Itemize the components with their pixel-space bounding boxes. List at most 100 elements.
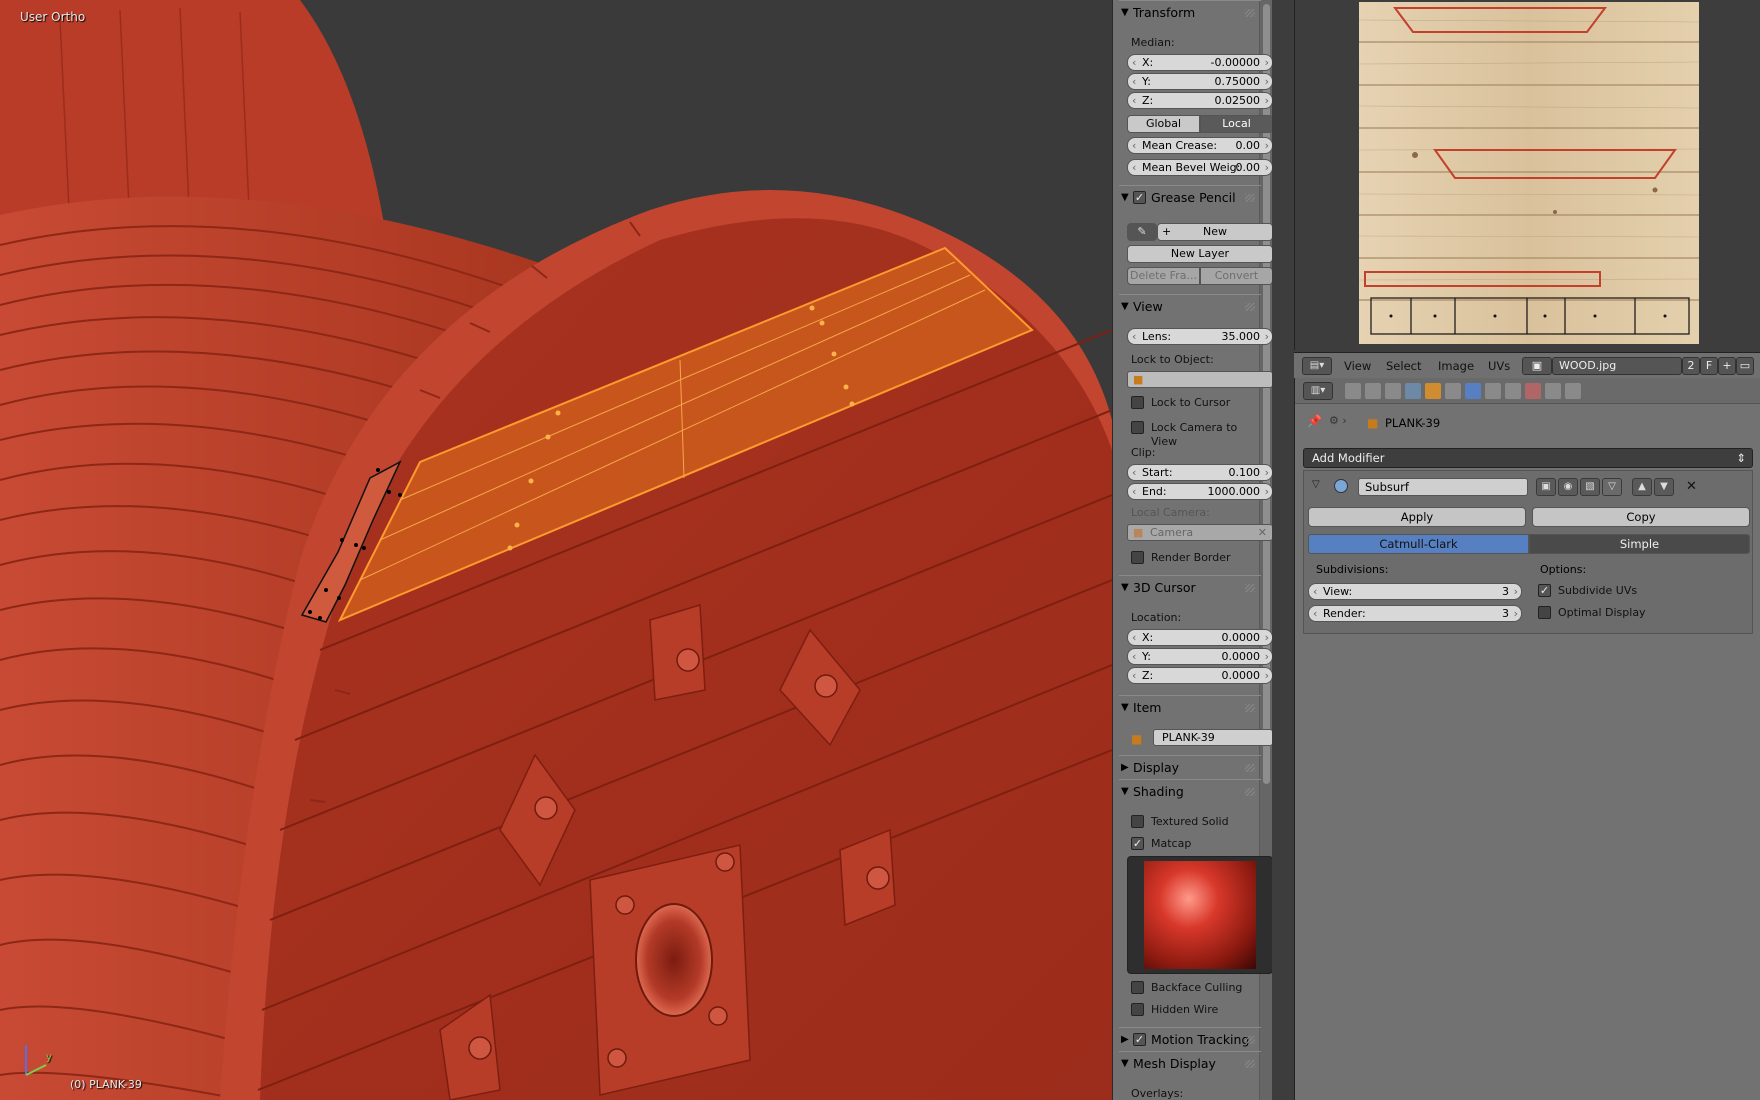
render-border-checkbox[interactable]: Render Border (1131, 551, 1231, 565)
lock-object-field[interactable]: ■ (1127, 371, 1272, 388)
wood-texture-uv-canvas[interactable] (1295, 0, 1760, 350)
editor-type-icon[interactable]: ▤▾ (1302, 357, 1332, 375)
open-image-folder-icon[interactable]: ▭ (1736, 357, 1754, 375)
uv-image-editor[interactable] (1294, 0, 1760, 350)
menu-select[interactable]: Select (1386, 359, 1421, 373)
constraints-tab-icon[interactable] (1445, 383, 1461, 399)
lock-camera-checkbox[interactable]: Lock Camera to View (1131, 421, 1259, 449)
remove-modifier-icon[interactable]: ✕ (1686, 479, 1697, 494)
grease-new-button[interactable]: + New (1157, 223, 1272, 241)
cage-icon[interactable]: ▽ (1602, 478, 1622, 496)
new-layer-button[interactable]: New Layer (1127, 245, 1272, 263)
shading-panel-header[interactable]: ▼ Shading (1119, 779, 1261, 803)
display-panel-header[interactable]: ▶ Display (1119, 755, 1261, 779)
clip-start-field[interactable]: Start: 0.100 (1127, 464, 1272, 481)
editor-type-icon[interactable]: ▥▾ (1303, 382, 1333, 400)
edit-mode-icon[interactable]: ▧ (1580, 478, 1600, 496)
image-name-field[interactable]: WOOD.jpg (1552, 357, 1682, 375)
clip-end-field[interactable]: End: 1000.000 (1127, 483, 1272, 500)
add-modifier-dropdown[interactable]: Add Modifier ⇕ (1303, 448, 1753, 468)
physics-tab-icon[interactable] (1565, 383, 1581, 399)
grease-pencil-panel-header[interactable]: ▼ ✓ Grease Pencil (1119, 185, 1261, 209)
drag-grip-icon[interactable] (1245, 584, 1255, 592)
simple-toggle[interactable]: Simple (1529, 534, 1750, 554)
lock-to-cursor-checkbox[interactable]: Lock to Cursor (1131, 396, 1230, 410)
world-tab-icon[interactable] (1405, 383, 1421, 399)
object-tab-icon[interactable] (1425, 383, 1441, 399)
local-camera-field[interactable]: ■ Camera ✕ (1127, 524, 1272, 541)
copy-button[interactable]: Copy (1532, 507, 1750, 527)
motion-tracking-panel-header[interactable]: ▶ ✓ Motion Tracking (1119, 1027, 1261, 1051)
matcap-checkbox[interactable]: ✓ Matcap (1131, 837, 1191, 851)
median-y-field[interactable]: Y: 0.75000 (1127, 73, 1272, 90)
render-toggle-icon[interactable]: ▣ (1536, 478, 1556, 496)
properties-shelf[interactable]: ▼Transform Median: X:-0.00000 Y:0.75000 … (1112, 0, 1272, 1100)
pin-icon[interactable]: 📌 (1307, 414, 1322, 428)
move-up-icon[interactable]: ▲ (1632, 478, 1652, 496)
data-tab-icon[interactable] (1485, 383, 1501, 399)
subdivide-uvs-checkbox[interactable]: ✓ Subdivide UVs (1538, 584, 1637, 598)
render-layers-tab-icon[interactable] (1365, 383, 1381, 399)
modifier-name-field[interactable]: Subsurf (1358, 478, 1528, 496)
drag-grip-icon[interactable] (1245, 704, 1255, 712)
item-name-field[interactable]: PLANK-39 (1153, 729, 1272, 746)
subdiv-view-field[interactable]: View: 3 (1308, 583, 1522, 600)
properties-tab-bar[interactable]: ▥▾ (1295, 378, 1760, 404)
cursor-x-field[interactable]: X: 0.0000 (1127, 629, 1272, 646)
menu-image[interactable]: Image (1438, 359, 1474, 373)
lens-field[interactable]: Lens: 35.000 (1127, 328, 1272, 345)
particles-tab-icon[interactable] (1545, 383, 1561, 399)
drag-grip-icon[interactable] (1245, 788, 1255, 796)
menu-view[interactable]: View (1344, 359, 1371, 373)
3d-cursor-panel-header[interactable]: ▼ 3D Cursor (1119, 575, 1261, 599)
move-down-icon[interactable]: ▼ (1654, 478, 1674, 496)
collapse-triangle-icon[interactable]: ▽ (1312, 479, 1320, 490)
mean-crease-field[interactable]: Mean Crease: 0.00 (1127, 137, 1272, 154)
textured-solid-checkbox[interactable]: Textured Solid (1131, 815, 1229, 829)
clear-icon[interactable]: ✕ (1258, 525, 1267, 540)
cursor-y-field[interactable]: Y: 0.0000 (1127, 648, 1272, 665)
subsurf-modifier-panel[interactable]: ▽ Subsurf ▣ ◉ ▧ ▽ ▲ ▼ ✕ Apply Copy Catmu… (1303, 470, 1753, 634)
texture-tab-icon[interactable] (1525, 383, 1541, 399)
item-panel-header[interactable]: ▼ Item (1119, 695, 1261, 719)
backface-culling-checkbox[interactable]: Backface Culling (1131, 981, 1242, 995)
subdiv-render-field[interactable]: Render: 3 (1308, 605, 1522, 622)
apply-button[interactable]: Apply (1308, 507, 1526, 527)
drag-grip-icon[interactable] (1245, 1036, 1255, 1044)
image-editor-header[interactable]: ▤▾ View Select Image UVs ▣ WOOD.jpg 2 F … (1294, 352, 1760, 378)
viewport-eye-icon[interactable]: ◉ (1558, 478, 1578, 496)
delete-frame-button[interactable]: Delete Fra... (1127, 267, 1200, 285)
convert-button[interactable]: Convert (1200, 267, 1272, 285)
drag-grip-icon[interactable] (1245, 1060, 1255, 1068)
spool-model-render[interactable] (0, 0, 1112, 1100)
menu-uvs[interactable]: UVs (1488, 359, 1510, 373)
global-toggle[interactable]: Global (1127, 115, 1200, 133)
properties-editor[interactable]: ▥▾ 📌 ⚙ › ■ PLANK-39 Add Modifier ⇕ ▽ Subs… (1294, 378, 1760, 1100)
transform-panel-header[interactable]: ▼ Transform (1119, 0, 1261, 24)
image-users-count[interactable]: 2 (1682, 357, 1700, 375)
3d-viewport[interactable]: User Ortho (0) PLANK-39 y (0, 0, 1112, 1100)
render-tab-icon[interactable] (1345, 383, 1361, 399)
median-z-field[interactable]: Z: 0.02500 (1127, 92, 1272, 109)
material-tab-icon[interactable] (1505, 383, 1521, 399)
matcap-preview[interactable] (1127, 856, 1272, 974)
cursor-z-field[interactable]: Z: 0.0000 (1127, 667, 1272, 684)
mean-bevel-field[interactable]: Mean Bevel Weig:0.00 (1127, 159, 1272, 176)
pencil-icon[interactable]: ✎ (1127, 223, 1157, 241)
new-image-plus-icon[interactable]: + (1718, 357, 1736, 375)
drag-grip-icon[interactable] (1245, 303, 1255, 311)
drag-grip-icon[interactable] (1245, 194, 1255, 202)
drag-grip-icon[interactable] (1245, 9, 1255, 17)
catmull-clark-toggle[interactable]: Catmull-Clark (1308, 534, 1529, 554)
hidden-wire-checkbox[interactable]: Hidden Wire (1131, 1003, 1218, 1017)
median-x-field[interactable]: X: -0.00000 (1127, 54, 1272, 71)
optimal-display-checkbox[interactable]: Optimal Display (1538, 606, 1646, 620)
scene-tab-icon[interactable] (1385, 383, 1401, 399)
local-toggle[interactable]: Local (1200, 115, 1272, 133)
view-panel-header[interactable]: ▼ View (1119, 294, 1261, 318)
drag-grip-icon[interactable] (1245, 764, 1255, 772)
fake-user-toggle[interactable]: F (1700, 357, 1718, 375)
modifiers-tab-icon[interactable] (1465, 383, 1481, 399)
image-browse-icon[interactable]: ▣ (1522, 357, 1552, 375)
mesh-display-panel-header[interactable]: ▼ Mesh Display (1119, 1051, 1261, 1075)
